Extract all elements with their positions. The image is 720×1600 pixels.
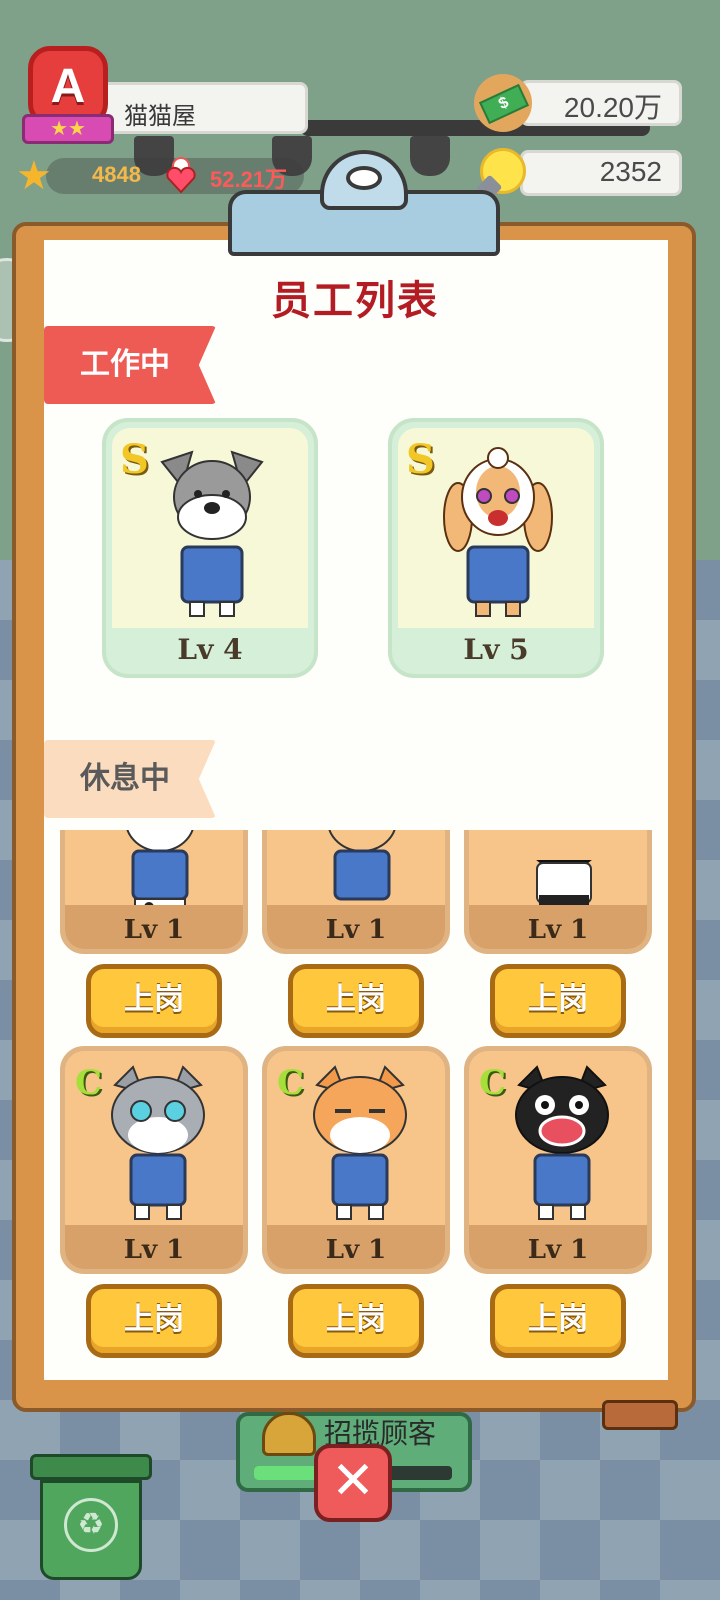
rank-badge: S [406,436,435,483]
assign-duty-button[interactable]: 上岗 [86,964,222,1038]
staff-level: Lv 5 [463,633,529,666]
staff-card-resting[interactable]: C Lv 1 [60,1046,248,1274]
trash-bin[interactable]: ♻ [30,1410,152,1580]
rank-badge: S [120,436,149,483]
grade-stars: ★★ [50,118,86,140]
trash-bin-lid [30,1454,152,1480]
rank-badge: C [277,1063,305,1103]
star-count: 4848 [92,162,141,187]
money-amount: 20.20万 [563,92,662,123]
orange-tabby-cat-icon [313,1065,407,1220]
recycle-icon: ♻ [64,1498,118,1552]
resting-section-label: 休息中 [44,740,216,818]
working-section-label: 工作中 [44,326,216,404]
shop-grade-badge[interactable]: A ★★ [22,46,114,156]
bell-icon [262,1412,316,1456]
grade-letter: A [50,60,86,113]
staff-card-working[interactable]: S Lv 5 [388,418,604,678]
assign-duty-button[interactable]: 上岗 [490,1284,626,1358]
panel-title: 员工列表 [271,279,439,323]
popularity-heart-icon [166,157,196,194]
staff-level: Lv 1 [123,915,185,945]
staff-card-working[interactable]: S Lv 4 [102,418,318,678]
staff-card-resting[interactable]: Lv 1 [60,830,248,954]
staff-level: Lv 1 [527,915,589,945]
staff-card-resting[interactable]: Lv 1 [464,830,652,954]
staff-level: Lv 4 [177,633,243,666]
counter-decor [602,1400,678,1430]
resting-staff-list[interactable]: Lv 1 Lv 1 Lv 1 上岗 上岗 上岗 C Lv 1 C Lv 1 C … [44,830,668,1380]
star-icon: ★ [16,154,52,198]
spaniel-dog-icon [443,447,553,617]
staff-card-resting[interactable]: C Lv 1 [464,1046,652,1274]
clip-hole [346,166,382,190]
rank-badge: C [75,1063,103,1103]
staff-level: Lv 1 [325,915,387,945]
staff-card-resting[interactable]: C Lv 1 [262,1046,450,1274]
black-cat-icon [515,1065,609,1220]
staff-level: Lv 1 [123,1235,185,1265]
staff-level: Lv 1 [325,1235,387,1265]
assign-duty-button[interactable]: 上岗 [490,964,626,1038]
gray-tabby-cat-icon [111,1065,205,1220]
staff-card-resting[interactable]: Lv 1 [262,830,450,954]
schnauzer-dog-icon [160,450,264,617]
shop-name: 猫猫屋 [124,103,196,130]
close-button[interactable]: ✕ [314,1444,392,1522]
assign-duty-button[interactable]: 上岗 [288,964,424,1038]
assign-duty-button[interactable]: 上岗 [86,1284,222,1358]
ideas-amount: 2352 [599,156,662,187]
staff-level: Lv 1 [527,1235,589,1265]
assign-duty-button[interactable]: 上岗 [288,1284,424,1358]
clipboard-clip [228,150,500,258]
rank-badge: C [479,1063,507,1103]
